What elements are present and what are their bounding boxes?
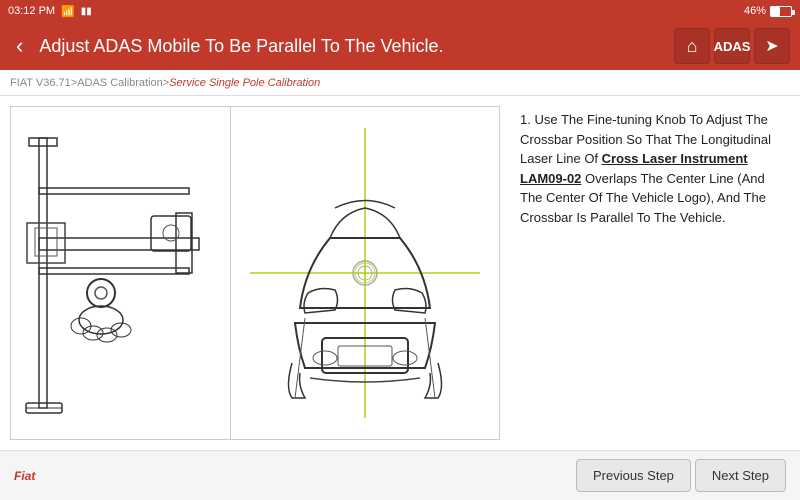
next-step-button[interactable]: Next Step <box>695 459 786 492</box>
back-button[interactable]: ‹ <box>10 31 29 61</box>
car-svg <box>250 128 480 418</box>
image-area <box>0 96 510 450</box>
share-button[interactable]: ➤ <box>754 28 790 64</box>
battery-percent: 46% <box>744 5 766 17</box>
image-panel <box>10 106 500 440</box>
car-image <box>231 107 499 439</box>
header-icons: ⌂ ADAS ➤ <box>674 28 790 64</box>
main-content: 1. Use The Fine-tuning Knob To Adjust Th… <box>0 96 800 450</box>
footer: Fiat Previous Step Next Step <box>0 450 800 500</box>
brand-label: Fiat <box>14 469 35 483</box>
previous-step-button[interactable]: Previous Step <box>576 459 691 492</box>
time-display: 03:12 PM <box>8 5 55 17</box>
adas-button[interactable]: ADAS <box>714 28 750 64</box>
instruction-area: 1. Use The Fine-tuning Knob To Adjust Th… <box>510 96 800 450</box>
breadcrumb-section: ADAS Calibration <box>77 77 163 89</box>
home-button[interactable]: ⌂ <box>674 28 710 64</box>
breadcrumb: FIAT V36.71 > ADAS Calibration > Service… <box>0 70 800 96</box>
page-title: Adjust ADAS Mobile To Be Parallel To The… <box>39 36 664 57</box>
home-icon: ⌂ <box>687 36 698 57</box>
breadcrumb-page: Service Single Pole Calibration <box>169 77 320 89</box>
navigation-buttons: Previous Step Next Step <box>576 459 786 492</box>
wifi-icon: 📶 <box>61 5 75 18</box>
equipment-svg <box>21 128 221 418</box>
equipment-image <box>11 107 231 439</box>
breadcrumb-version: FIAT V36.71 <box>10 77 71 89</box>
header: ‹ Adjust ADAS Mobile To Be Parallel To T… <box>0 22 800 70</box>
status-left: 03:12 PM 📶 ▮▮ <box>8 5 92 18</box>
status-right: 46% <box>744 5 792 17</box>
instruction-number: 1. <box>520 112 531 127</box>
battery-icon <box>770 6 792 17</box>
instruction-text: 1. Use The Fine-tuning Knob To Adjust Th… <box>520 110 786 227</box>
adas-icon: ADAS <box>714 39 751 54</box>
signal-icon: ▮▮ <box>81 6 92 17</box>
status-bar: 03:12 PM 📶 ▮▮ 46% <box>0 0 800 22</box>
share-icon: ➤ <box>765 36 778 56</box>
